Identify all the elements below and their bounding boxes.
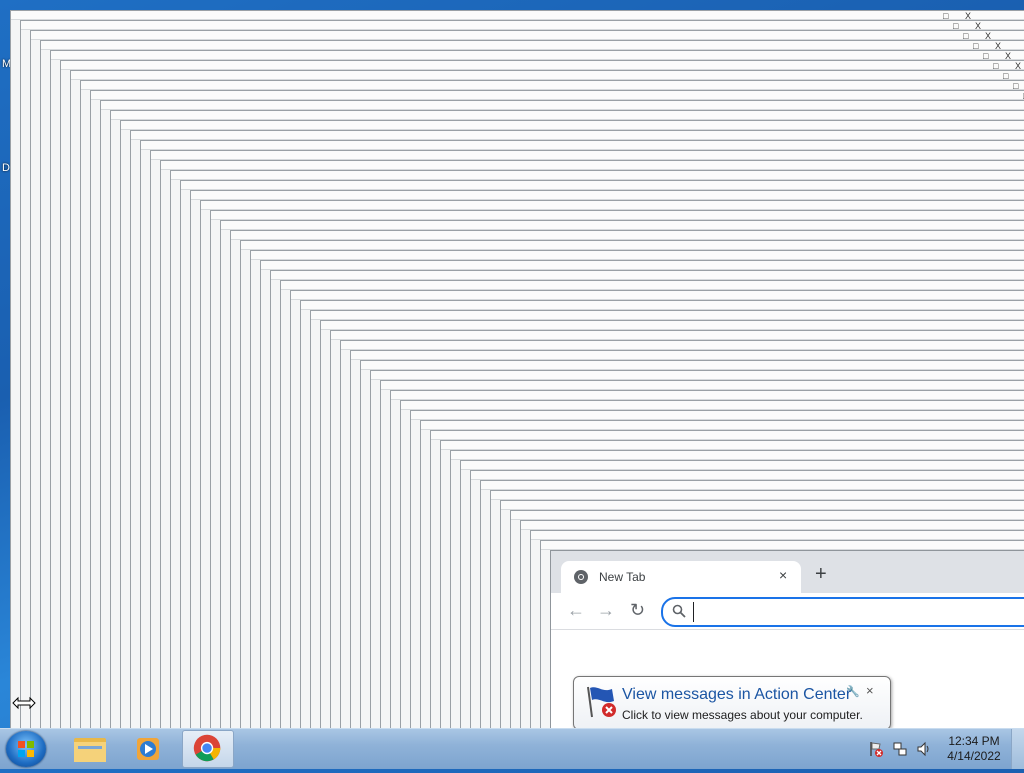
forward-icon[interactable]: → [597, 601, 615, 619]
folder-icon [74, 738, 106, 762]
window-title-edge [361, 361, 1024, 370]
action-center-tray-icon[interactable] [868, 741, 884, 757]
tab-new-tab[interactable]: New Tab × [561, 561, 801, 593]
clock[interactable]: 12:34 PM 4/14/2022 [940, 734, 1008, 764]
window-title-edge [531, 531, 1024, 540]
window-title-edge [261, 261, 1024, 270]
taskbar-media-player-button[interactable] [123, 730, 175, 768]
notification-text: Click to view messages about your comput… [622, 708, 863, 722]
window-title-edge [431, 431, 1024, 440]
window-title-edge [271, 271, 1024, 280]
window-title-edge [541, 541, 1024, 550]
back-icon[interactable]: ← [567, 601, 585, 619]
desktop: M D _□X_□X_□X_□X_□X_□X_□X_□X_□X New Tab … [0, 0, 1024, 728]
address-bar[interactable] [661, 597, 1024, 627]
notification-close-icon[interactable]: × [866, 683, 874, 698]
window-title-edge [121, 121, 1024, 130]
windows-logo-icon [18, 741, 34, 757]
window-title-edge [521, 521, 1024, 530]
window-title-edge [21, 21, 1024, 30]
window-title-edge [201, 201, 1024, 210]
window-title-edge [461, 461, 1024, 470]
window-title-edge [401, 401, 1024, 410]
action-center-notification[interactable]: View messages in Action Center Click to … [573, 676, 891, 743]
action-center-flag-icon [587, 686, 616, 718]
reload-icon[interactable]: ↻ [630, 601, 645, 619]
show-desktop-button[interactable] [1011, 729, 1024, 769]
window-title-edge [211, 211, 1024, 220]
clock-date: 4/14/2022 [947, 749, 1001, 763]
window-title-edge [381, 381, 1024, 390]
system-tray: 12:34 PM 4/14/2022 [862, 729, 1024, 769]
window-title-edge [31, 31, 1024, 40]
window-title-edge [91, 91, 1024, 100]
window-title-edge [191, 191, 1024, 200]
tab-title: New Tab [599, 570, 646, 584]
window-title-edge [491, 491, 1024, 500]
window-title-edge [11, 11, 1024, 20]
window-title-edge [181, 181, 1024, 190]
window-title-edge [371, 371, 1024, 380]
window-title-edge [161, 161, 1024, 170]
window-title-edge [241, 241, 1024, 250]
resize-cursor-icon [12, 696, 36, 710]
new-tab-button[interactable]: + [815, 564, 827, 584]
window-title-edge [281, 281, 1024, 290]
window-title-edge [131, 131, 1024, 140]
window-title-edge [311, 311, 1024, 320]
window-title-edge [51, 51, 1024, 60]
desktop-icon-label[interactable]: D [2, 162, 10, 174]
window-title-edge [511, 511, 1024, 520]
volume-icon[interactable] [916, 741, 932, 757]
window-title-edge [221, 221, 1024, 230]
window-title-edge [421, 421, 1024, 430]
window-title-edge [481, 481, 1024, 490]
chrome-icon [193, 734, 221, 762]
media-player-icon [137, 738, 159, 760]
window-title-edge [171, 171, 1024, 180]
window-title-edge [451, 451, 1024, 460]
window-title-edge [71, 71, 1024, 80]
notification-title[interactable]: View messages in Action Center [622, 686, 851, 704]
address-input[interactable] [693, 602, 1024, 622]
chrome-icon [574, 570, 588, 584]
window-title-edge [441, 441, 1024, 450]
taskbar-chrome-button[interactable] [182, 730, 234, 768]
window-title-edge [411, 411, 1024, 420]
taskbar-explorer-button[interactable] [64, 730, 116, 768]
window-title-edge [151, 151, 1024, 160]
window-title-edge [391, 391, 1024, 400]
window-title-edge [331, 331, 1024, 340]
start-button[interactable] [6, 731, 46, 767]
taskbar: 12:34 PM 4/14/2022 [0, 728, 1024, 769]
window-title-edge [321, 321, 1024, 330]
tab-strip: New Tab × + [551, 551, 1024, 593]
window-title-edge [291, 291, 1024, 300]
clock-time: 12:34 PM [948, 734, 1000, 748]
window-title-edge [471, 471, 1024, 480]
window-title-edge [501, 501, 1024, 510]
window-title-edge [351, 351, 1024, 360]
window-title-edge [101, 101, 1024, 110]
window-title-edge [111, 111, 1024, 120]
window-title-edge [141, 141, 1024, 150]
browser-toolbar: ← → ↻ [551, 593, 1024, 630]
window-title-edge [81, 81, 1024, 90]
window-title-edge [301, 301, 1024, 310]
window-title-edge [231, 231, 1024, 240]
window-title-edge [341, 341, 1024, 350]
wrench-icon[interactable]: 🔧 [846, 685, 860, 698]
search-icon [672, 604, 686, 618]
network-icon[interactable] [892, 741, 908, 757]
window-title-edge [61, 61, 1024, 70]
tab-close-icon[interactable]: × [779, 567, 787, 583]
window-title-edge [251, 251, 1024, 260]
window-title-edge [41, 41, 1024, 50]
